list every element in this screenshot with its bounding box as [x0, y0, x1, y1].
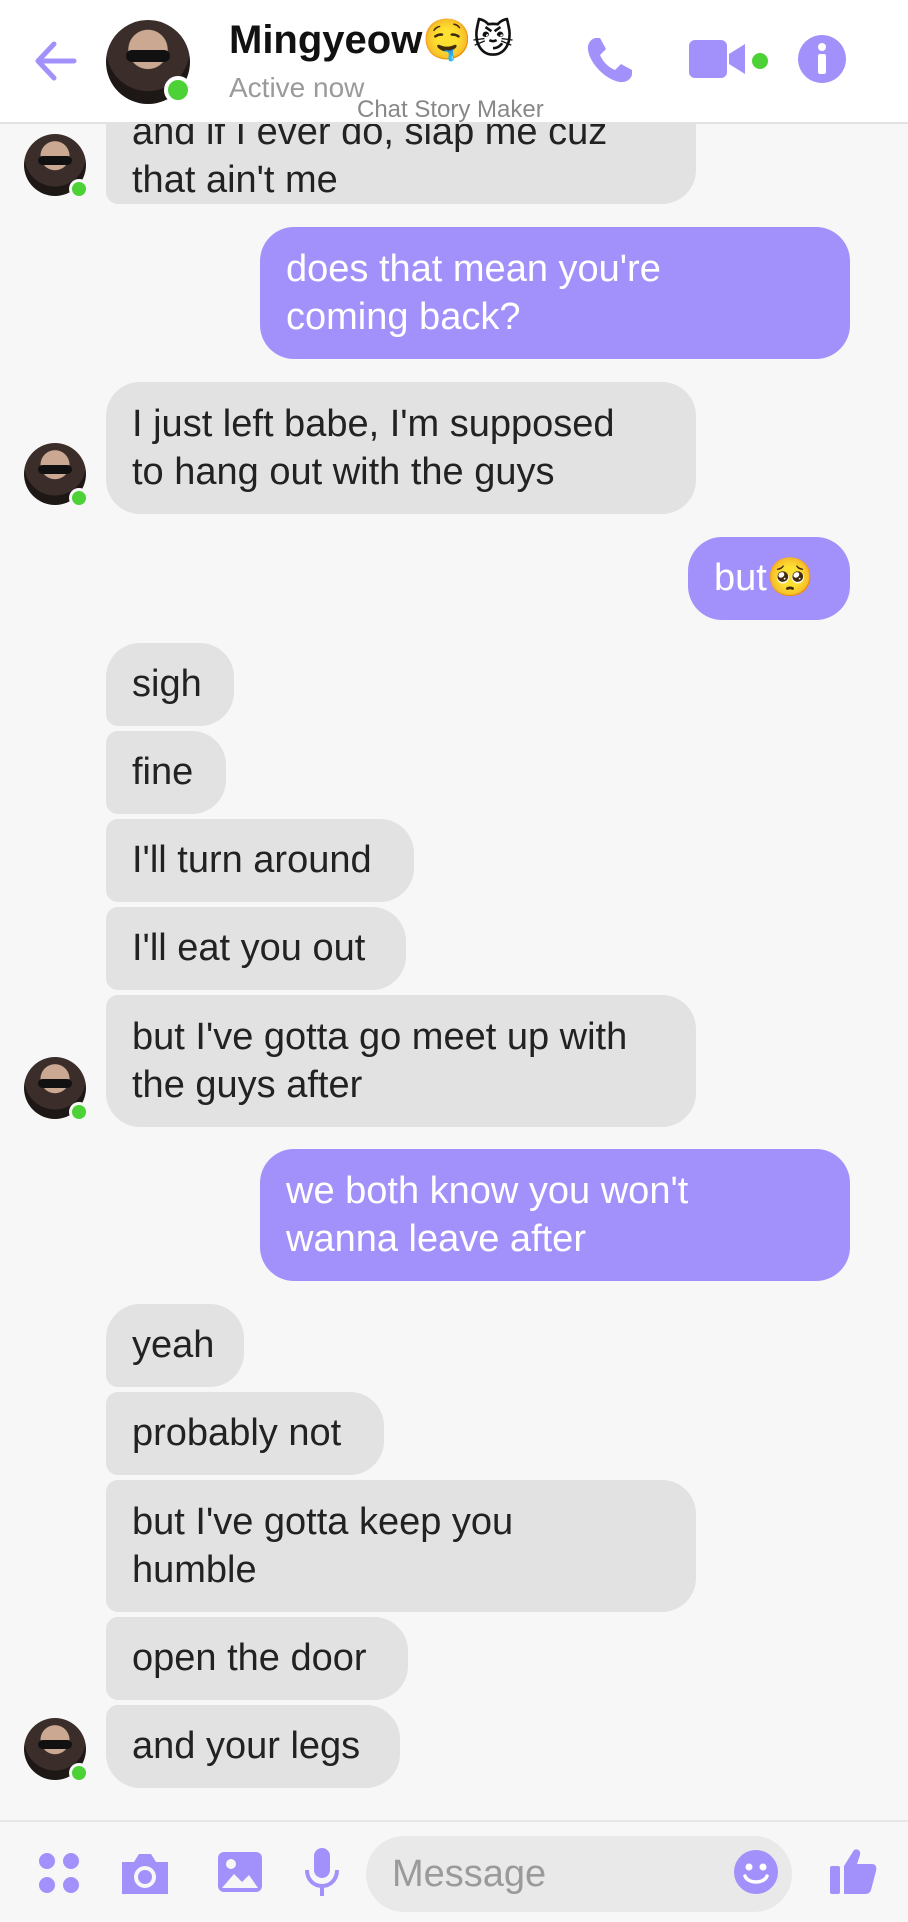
message-bubble-incoming[interactable]: I'll turn around — [106, 819, 414, 902]
message-bubble-outgoing[interactable]: we both know you won't wanna leave after — [260, 1149, 850, 1281]
message-bubble-incoming[interactable]: yeah — [106, 1304, 244, 1387]
message-bubble-incoming[interactable]: I'll eat you out — [106, 907, 406, 990]
phone-call-icon[interactable] — [582, 34, 638, 88]
contact-avatar — [24, 1718, 89, 1783]
message-bubble-incoming[interactable]: and your legs — [106, 1705, 400, 1788]
microphone-icon[interactable] — [302, 1846, 342, 1898]
message-bubble-incoming[interactable]: probably not — [106, 1392, 384, 1475]
back-arrow-icon[interactable] — [30, 38, 80, 84]
online-indicator — [69, 1763, 89, 1783]
contact-avatar — [24, 443, 89, 508]
message-bubble-outgoing[interactable]: does that mean you're coming back? — [260, 227, 850, 359]
online-indicator — [69, 488, 89, 508]
apps-dots-icon[interactable] — [36, 1850, 82, 1896]
contact-avatar — [24, 134, 89, 199]
message-bubble-incoming[interactable]: but I've gotta go meet up with the guys … — [106, 995, 696, 1127]
video-call-icon[interactable] — [687, 34, 747, 84]
message-bubble-incoming[interactable]: open the door — [106, 1617, 408, 1700]
info-icon[interactable] — [797, 34, 847, 84]
online-indicator — [164, 76, 192, 104]
online-indicator — [69, 1102, 89, 1122]
message-composer — [0, 1820, 908, 1922]
contact-avatar — [24, 1057, 89, 1122]
message-bubble-incoming[interactable]: sigh — [106, 643, 234, 726]
active-status: Active now — [229, 72, 365, 103]
header-avatar[interactable] — [106, 20, 192, 104]
message-bubble-incoming[interactable]: I just left babe, I'm supposed to hang o… — [106, 382, 696, 514]
online-indicator — [69, 179, 89, 199]
video-active-dot — [752, 53, 768, 69]
thumbs-up-like-icon[interactable] — [828, 1846, 878, 1896]
message-bubble-outgoing[interactable]: but🥺 — [688, 537, 850, 620]
message-bubble-incoming[interactable]: but I've gotta keep you humble — [106, 1480, 696, 1612]
gallery-image-icon[interactable] — [216, 1848, 264, 1896]
contact-name[interactable]: Mingyeow🤤😼 — [229, 16, 514, 63]
message-bubble-incoming[interactable]: fine — [106, 731, 226, 814]
camera-icon[interactable] — [118, 1850, 172, 1898]
message-input[interactable] — [366, 1836, 792, 1912]
watermark: Chat Story Maker — [357, 96, 544, 123]
emoji-icon[interactable] — [732, 1848, 780, 1896]
